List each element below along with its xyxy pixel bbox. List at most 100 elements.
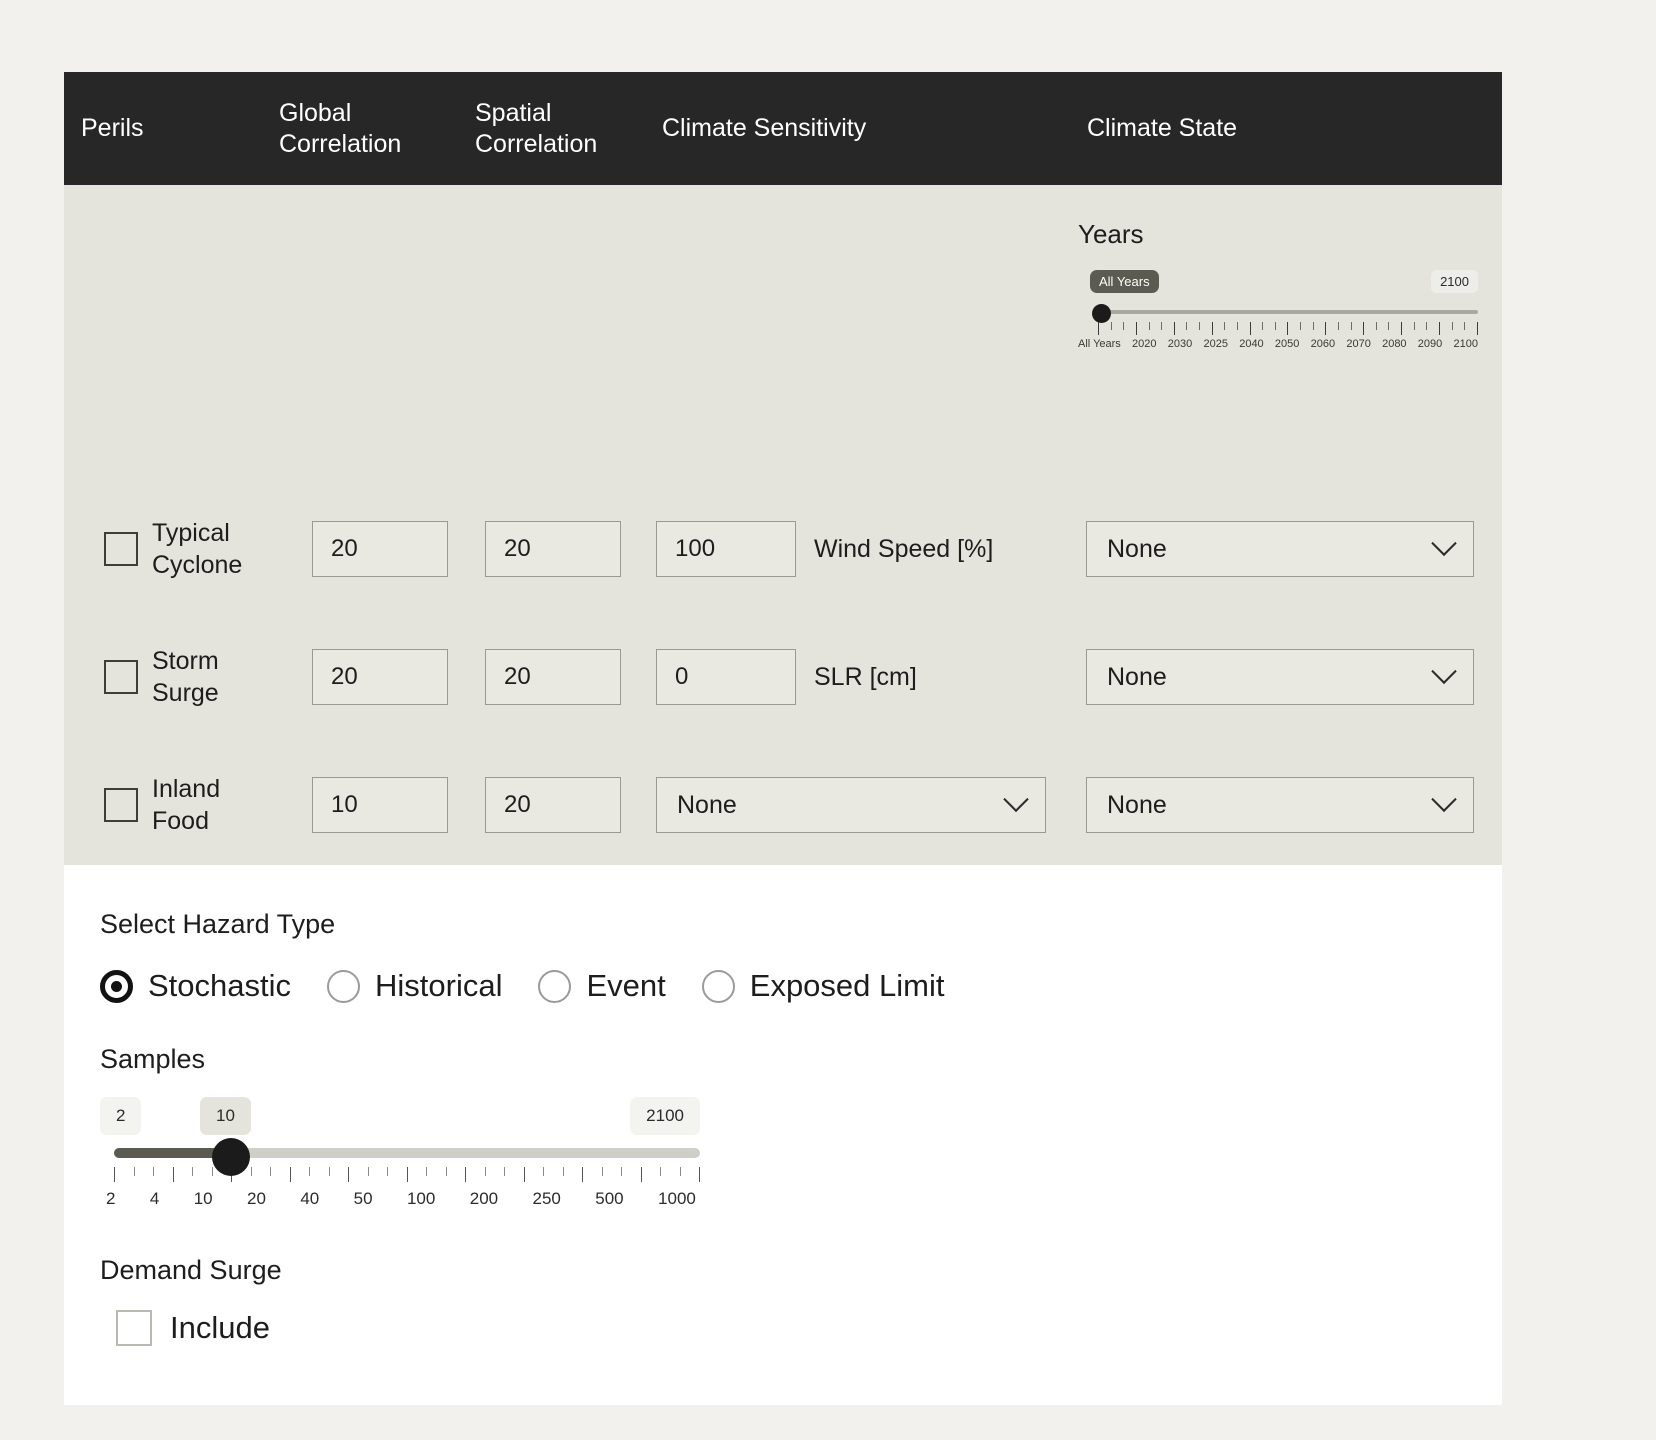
chevron-down-icon (1431, 658, 1457, 685)
climate-state-value: None (1107, 662, 1167, 691)
peril-name-cell: Typical Cyclone (64, 517, 312, 581)
chevron-down-icon (1431, 530, 1457, 557)
chevron-down-icon (1003, 786, 1029, 813)
spatial-correlation-input-storm-surge[interactable]: 20 (485, 649, 621, 705)
climate-sensitivity-unit-label: SLR [cm] (814, 662, 917, 691)
years-slider-handle[interactable] (1092, 304, 1111, 323)
radio-label: Exposed Limit (749, 968, 945, 1003)
peril-checkbox-typical-cyclone[interactable] (104, 532, 138, 566)
perils-panel: Years All Years 2100 All Years 2020 2030… (64, 185, 1502, 865)
table-header: Perils Global Correlation Spatial Correl… (64, 72, 1502, 185)
radio-option-event[interactable]: Event (538, 968, 666, 1004)
years-slider-block: Years All Years 2100 All Years 2020 2030… (1078, 219, 1478, 350)
climate-sensitivity-value: None (677, 790, 737, 819)
chevron-down-icon (1431, 786, 1457, 813)
radio-icon-selected[interactable] (100, 969, 133, 1003)
climate-sensitivity-unit-label: Wind Speed [%] (814, 534, 994, 563)
samples-tick-label: 20 (247, 1189, 266, 1208)
include-checkbox[interactable] (116, 1310, 152, 1346)
samples-tick-label: 2 (106, 1189, 116, 1208)
column-header-climate-state: Climate State (1087, 114, 1238, 143)
column-header-climate-sensitivity: Climate Sensitivity (662, 114, 867, 143)
radio-option-exposed-limit[interactable]: Exposed Limit (701, 968, 945, 1004)
climate-sensitivity-cell: 0 SLR [cm] (656, 649, 1086, 705)
radio-icon[interactable] (538, 969, 572, 1003)
peril-checkbox-storm-surge[interactable] (104, 660, 138, 694)
years-tick-label: 2060 (1310, 338, 1336, 350)
samples-slider-block: 2 10 2100 2 4 10 20 40 50 100 200 250 50… (100, 1097, 700, 1209)
climate-sensitivity-cell: None (656, 777, 1086, 833)
samples-tick-label: 40 (300, 1189, 320, 1208)
years-tick-label: 2090 (1417, 338, 1443, 350)
peril-name-cell: Storm Surge (64, 645, 312, 709)
climate-sensitivity-select-inland-food[interactable]: None (656, 777, 1046, 833)
samples-slider-ticks (114, 1167, 700, 1183)
radio-icon[interactable] (701, 969, 735, 1003)
years-selected-chip: All Years (1090, 270, 1159, 293)
climate-sensitivity-input-storm-surge[interactable]: 0 (656, 649, 796, 705)
samples-min-chip: 2 (100, 1097, 142, 1135)
peril-name-cell: Inland Food (64, 773, 312, 837)
samples-tick-label: 10 (193, 1189, 213, 1208)
peril-label: Storm Surge (152, 647, 219, 707)
samples-tick-label: 200 (469, 1189, 499, 1208)
years-tick-label: 2020 (1132, 338, 1157, 350)
radio-label: Stochastic (148, 968, 292, 1003)
spatial-correlation-input-inland-food[interactable]: 20 (485, 777, 621, 833)
years-tick-label: 2100 (1453, 338, 1478, 350)
radio-label: Historical (375, 968, 503, 1003)
climate-state-select-storm-surge[interactable]: None (1086, 649, 1474, 705)
samples-slider[interactable] (100, 1138, 700, 1176)
hazard-options-panel: Select Hazard Type Stochastic Historical… (64, 865, 1502, 1405)
climate-sensitivity-input-typical-cyclone[interactable]: 100 (656, 521, 796, 577)
global-correlation-input-inland-food[interactable]: 10 (312, 777, 448, 833)
years-slider-track[interactable] (1098, 310, 1478, 314)
column-header-perils: Perils (81, 114, 144, 143)
peril-label: Typical Cyclone (152, 519, 243, 579)
years-slider[interactable] (1078, 304, 1478, 323)
hazard-type-radio-group: Stochastic Historical Event Exposed Limi… (100, 968, 1466, 1004)
table-row: Typical Cyclone 20 20 100 Wind Speed [%]… (64, 485, 1502, 613)
years-slider-ticks (1098, 322, 1478, 336)
years-tick-label: 2070 (1346, 338, 1371, 350)
column-header-global-correlation: Global Correlation (279, 99, 402, 158)
years-max-chip: 2100 (1431, 270, 1478, 293)
demand-surge-title: Demand Surge (100, 1255, 282, 1285)
radio-option-stochastic[interactable]: Stochastic (100, 968, 291, 1004)
peril-rows: Typical Cyclone 20 20 100 Wind Speed [%]… (64, 485, 1502, 869)
samples-value-chips: 2 10 2100 (100, 1097, 700, 1137)
climate-state-select-typical-cyclone[interactable]: None (1086, 521, 1474, 577)
samples-slider-handle[interactable] (212, 1138, 250, 1176)
years-title: Years (1078, 219, 1144, 249)
samples-max-chip: 2100 (630, 1097, 700, 1135)
global-correlation-input-typical-cyclone[interactable]: 20 (312, 521, 448, 577)
table-row: Inland Food 10 20 None None (64, 741, 1502, 869)
years-tick-label: 2080 (1382, 338, 1407, 350)
years-tick-label: 2025 (1203, 338, 1228, 350)
include-label: Include (170, 1310, 270, 1345)
samples-tick-label: 50 (353, 1189, 373, 1208)
years-tick-label: 2030 (1167, 338, 1193, 350)
samples-slider-tick-labels: 2 4 10 20 40 50 100 200 250 500 1000 (106, 1189, 696, 1209)
years-tick-label: 2050 (1274, 338, 1300, 350)
global-correlation-input-storm-surge[interactable]: 20 (312, 649, 448, 705)
radio-option-historical[interactable]: Historical (327, 968, 502, 1004)
samples-tick-label: 500 (595, 1189, 624, 1208)
select-hazard-type-title: Select Hazard Type (100, 909, 336, 939)
samples-selected-chip: 10 (200, 1097, 251, 1135)
years-tick-label: All Years (1078, 338, 1121, 350)
years-value-bubbles: All Years 2100 (1078, 270, 1478, 298)
radio-icon[interactable] (327, 969, 361, 1003)
peril-label: Inland Food (152, 775, 221, 835)
samples-tick-label: 250 (532, 1189, 561, 1208)
spatial-correlation-input-typical-cyclone[interactable]: 20 (485, 521, 621, 577)
years-slider-tick-labels: All Years 2020 2030 2025 2040 2050 2060 … (1078, 338, 1478, 350)
samples-tick-label: 100 (406, 1189, 436, 1208)
climate-state-value: None (1107, 534, 1167, 563)
climate-state-select-inland-food[interactable]: None (1086, 777, 1474, 833)
climate-state-value: None (1107, 790, 1167, 819)
radio-label: Event (586, 968, 666, 1003)
peril-checkbox-inland-food[interactable] (104, 788, 138, 822)
column-header-spatial-correlation: Spatial Correlation (475, 99, 598, 158)
demand-surge-include-row[interactable]: Include (100, 1310, 1466, 1346)
